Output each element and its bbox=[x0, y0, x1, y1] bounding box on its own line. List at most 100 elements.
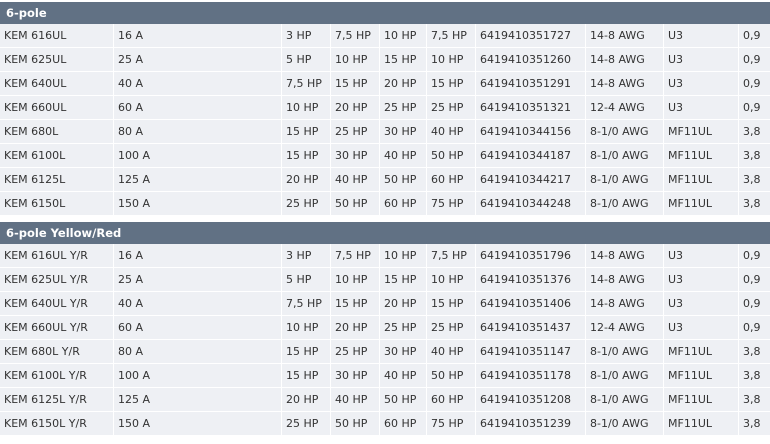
cell-weight: 0,9 bbox=[738, 96, 770, 119]
cell-hp-col-1: 15 HP bbox=[281, 120, 330, 143]
cell-ean-code: 6419410351147 bbox=[475, 340, 585, 363]
cell-weight: 3,8 bbox=[738, 340, 770, 363]
cell-hp-col-4: 40 HP bbox=[426, 120, 475, 143]
table-row: KEM 6100L 100 A 15 HP 30 HP 40 HP 50 HP 641941… bbox=[0, 144, 770, 168]
cell-hp-col-1: 7,5 HP bbox=[281, 72, 330, 95]
cell-ean-code: 6419410344156 bbox=[475, 120, 585, 143]
cell-ean-code: 6419410351796 bbox=[475, 244, 585, 267]
cell-terminal-type: MF11UL bbox=[663, 168, 738, 191]
cell-weight: 3,8 bbox=[738, 192, 770, 215]
section-header: 6-pole Yellow/Red bbox=[0, 222, 770, 244]
cell-wire-range: 8-1/0 AWG bbox=[585, 120, 663, 143]
cell-hp-col-4: 10 HP bbox=[426, 48, 475, 71]
section-6-pole-yellow-red: 6-pole Yellow/Red KEM 616UL Y/R 16 A3 HP 7… bbox=[0, 222, 770, 436]
cell-ean-code: 6419410351376 bbox=[475, 268, 585, 291]
cell-wire-range: 14-8 AWG bbox=[585, 48, 663, 71]
cell-hp-col-3: 20 HP bbox=[379, 72, 426, 95]
cell-terminal-type: U3 bbox=[663, 96, 738, 119]
cell-product-code: KEM 640UL Y/R bbox=[4, 297, 88, 310]
cell-hp-col-2: 7,5 HP bbox=[330, 24, 379, 47]
cell-hp-col-2: 40 HP bbox=[330, 388, 379, 411]
cell-terminal-type: MF11UL bbox=[663, 120, 738, 143]
cell-product-code: KEM 6125L Y/R bbox=[4, 393, 87, 406]
cell-ean-code: 6419410351291 bbox=[475, 72, 585, 95]
cell-hp-col-4: 25 HP bbox=[426, 96, 475, 119]
cell-weight: 3,8 bbox=[738, 388, 770, 411]
cell-rated-current: 100 A bbox=[113, 364, 281, 387]
cell-hp-col-4: 40 HP bbox=[426, 340, 475, 363]
cell-weight: 0,9 bbox=[738, 268, 770, 291]
cell-hp-col-3: 40 HP bbox=[379, 364, 426, 387]
cell-hp-col-1: 15 HP bbox=[281, 144, 330, 167]
cell-wire-range: 8-1/0 AWG bbox=[585, 364, 663, 387]
table-row: KEM 6150L 150 A 25 HP 50 HP 60 HP 75 HP 641941… bbox=[0, 192, 770, 216]
cell-wire-range: 8-1/0 AWG bbox=[585, 192, 663, 215]
cell-rated-current: 40 A bbox=[113, 292, 281, 315]
table-row: KEM 616UL Y/R 16 A3 HP 7,5 HP 10 HP 7,5 HP 64… bbox=[0, 244, 770, 268]
cell-rated-current: 125 A bbox=[113, 168, 281, 191]
table-row: KEM 680L 80 A 15 HP 25 HP 30 HP 40 HP 64194103… bbox=[0, 120, 770, 144]
cell-hp-col-3: 40 HP bbox=[379, 144, 426, 167]
cell-product-code: KEM 625UL Y/R bbox=[4, 273, 88, 286]
cell-rated-current: 25 A bbox=[113, 48, 281, 71]
table-row: KEM 625UL 25 A5 HP 10 HP 15 HP 10 HP 64194103… bbox=[0, 48, 770, 72]
cell-hp-col-2: 10 HP bbox=[330, 268, 379, 291]
cell-ean-code: 6419410344248 bbox=[475, 192, 585, 215]
cell-terminal-type: MF11UL bbox=[663, 340, 738, 363]
cell-wire-range: 14-8 AWG bbox=[585, 244, 663, 267]
cell-terminal-type: MF11UL bbox=[663, 144, 738, 167]
cell-hp-col-4: 25 HP bbox=[426, 316, 475, 339]
cell-hp-col-3: 15 HP bbox=[379, 48, 426, 71]
cell-ean-code: 6419410351437 bbox=[475, 316, 585, 339]
cell-ean-code: 6419410351239 bbox=[475, 412, 585, 435]
table-row: KEM 616UL 16 A3 HP 7,5 HP 10 HP 7,5 HP 641941… bbox=[0, 24, 770, 48]
section-header: 6-pole bbox=[0, 2, 770, 24]
cell-weight: 0,9 bbox=[738, 24, 770, 47]
cell-hp-col-2: 20 HP bbox=[330, 316, 379, 339]
cell-product-code: KEM 6150L Y/R bbox=[4, 417, 87, 430]
table-row: KEM 6100L Y/R 100 A 15 HP 30 HP 40 HP 50 HP 64… bbox=[0, 364, 770, 388]
cell-rated-current: 125 A bbox=[113, 388, 281, 411]
cell-product-code: KEM 660UL bbox=[4, 101, 67, 114]
cell-hp-col-1: 20 HP bbox=[281, 388, 330, 411]
cell-hp-col-3: 10 HP bbox=[379, 24, 426, 47]
cell-rated-current: 25 A bbox=[113, 268, 281, 291]
cell-terminal-type: MF11UL bbox=[663, 192, 738, 215]
cell-hp-col-1: 7,5 HP bbox=[281, 292, 330, 315]
cell-hp-col-1: 10 HP bbox=[281, 96, 330, 119]
cell-hp-col-2: 30 HP bbox=[330, 144, 379, 167]
cell-weight: 3,8 bbox=[738, 364, 770, 387]
cell-hp-col-3: 60 HP bbox=[379, 192, 426, 215]
cell-hp-col-2: 50 HP bbox=[330, 412, 379, 435]
cell-hp-col-2: 25 HP bbox=[330, 120, 379, 143]
cell-product-code: KEM 616UL Y/R bbox=[4, 249, 88, 262]
cell-rated-current: 40 A bbox=[113, 72, 281, 95]
cell-terminal-type: U3 bbox=[663, 292, 738, 315]
cell-hp-col-4: 15 HP bbox=[426, 292, 475, 315]
table-row: KEM 660UL Y/R 60 A 10 HP 20 HP 25 HP 25 HP 641… bbox=[0, 316, 770, 340]
cell-terminal-type: MF11UL bbox=[663, 364, 738, 387]
table-row: KEM 6150L Y/R 150 A 25 HP 50 HP 60 HP 75 HP 64… bbox=[0, 412, 770, 436]
cell-hp-col-2: 15 HP bbox=[330, 292, 379, 315]
cell-hp-col-4: 60 HP bbox=[426, 388, 475, 411]
cell-terminal-type: MF11UL bbox=[663, 412, 738, 435]
cell-hp-col-4: 50 HP bbox=[426, 144, 475, 167]
cell-terminal-type: U3 bbox=[663, 24, 738, 47]
cell-rated-current: 100 A bbox=[113, 144, 281, 167]
cell-wire-range: 12-4 AWG bbox=[585, 96, 663, 119]
cell-product-code: KEM 6100L bbox=[4, 149, 66, 162]
table-body: KEM 616UL Y/R 16 A3 HP 7,5 HP 10 HP 7,5 HP 64… bbox=[0, 244, 770, 436]
cell-hp-col-1: 25 HP bbox=[281, 412, 330, 435]
cell-hp-col-1: 20 HP bbox=[281, 168, 330, 191]
cell-rated-current: 60 A bbox=[113, 316, 281, 339]
table-row: KEM 6125L 125 A 20 HP 40 HP 50 HP 60 HP 641941… bbox=[0, 168, 770, 192]
table-row: KEM 625UL Y/R 25 A5 HP 10 HP 15 HP 10 HP 6419… bbox=[0, 268, 770, 292]
cell-hp-col-2: 25 HP bbox=[330, 340, 379, 363]
cell-hp-col-3: 20 HP bbox=[379, 292, 426, 315]
cell-wire-range: 8-1/0 AWG bbox=[585, 168, 663, 191]
cell-hp-col-1: 3 HP bbox=[281, 244, 330, 267]
cell-hp-col-4: 60 HP bbox=[426, 168, 475, 191]
cell-ean-code: 6419410351178 bbox=[475, 364, 585, 387]
cell-weight: 3,8 bbox=[738, 168, 770, 191]
cell-rated-current: 80 A bbox=[113, 120, 281, 143]
